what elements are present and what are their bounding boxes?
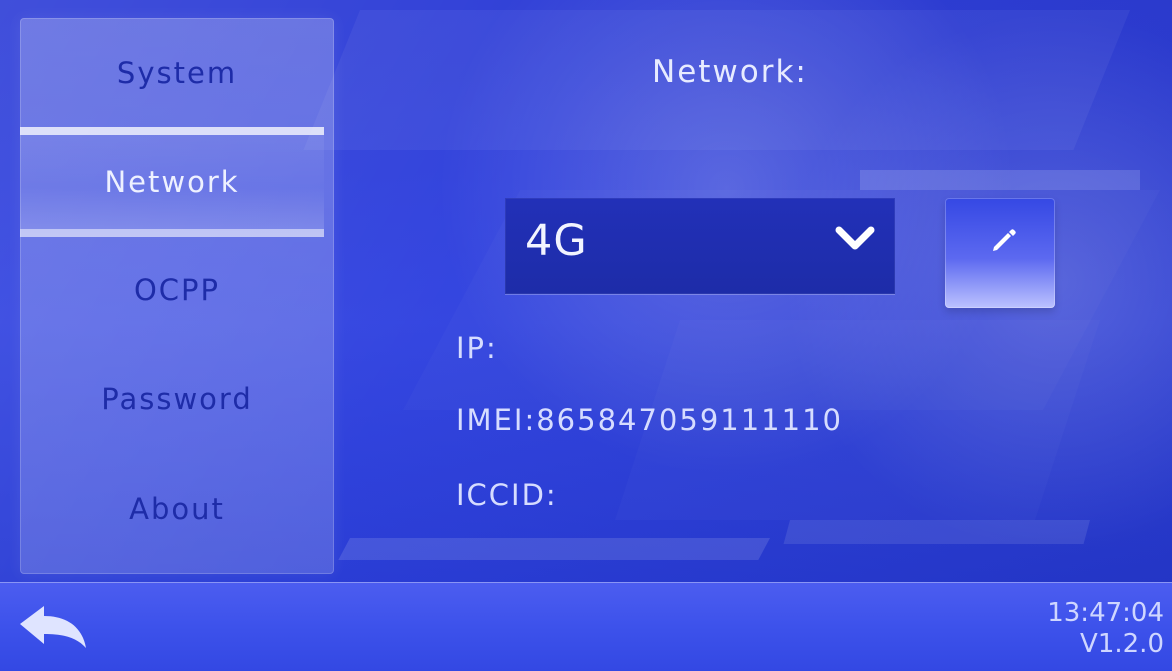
sidebar: System Network OCPP Password About xyxy=(20,18,334,574)
sidebar-item-label: About xyxy=(129,492,225,526)
network-type-select[interactable]: 4G xyxy=(505,198,895,294)
sidebar-item-label: Network xyxy=(104,165,240,199)
imei-label: IMEI:865847059111110 xyxy=(456,403,843,437)
page-title: Network: xyxy=(652,54,808,90)
background-band xyxy=(338,538,770,560)
sidebar-item-label: System xyxy=(116,56,238,90)
back-button[interactable] xyxy=(14,600,94,658)
clock: 13:47:04 xyxy=(1047,598,1164,628)
pencil-icon xyxy=(993,229,1016,251)
edit-button[interactable] xyxy=(945,198,1055,308)
sidebar-item-label: Password xyxy=(101,382,253,416)
iccid-label: ICCID: xyxy=(456,478,558,512)
background-band xyxy=(783,520,1090,544)
network-type-value: 4G xyxy=(525,216,588,266)
sidebar-item-password[interactable]: Password xyxy=(20,344,334,454)
sidebar-item-network[interactable]: Network xyxy=(20,127,324,237)
sidebar-item-system[interactable]: System xyxy=(20,18,334,128)
ip-label: IP: xyxy=(456,331,498,365)
status-bar: 13:47:04 V1.2.0 xyxy=(0,582,1172,671)
sidebar-item-label: OCPP xyxy=(133,273,221,307)
network-settings-screen: System Network OCPP Password About Netwo… xyxy=(0,0,1172,671)
back-arrow-icon xyxy=(20,606,86,648)
sidebar-item-ocpp[interactable]: OCPP xyxy=(20,235,334,345)
background-band xyxy=(860,170,1140,190)
version-label: V1.2.0 xyxy=(1080,629,1164,659)
sidebar-item-about[interactable]: About xyxy=(20,454,334,564)
chevron-down-icon xyxy=(835,226,875,250)
